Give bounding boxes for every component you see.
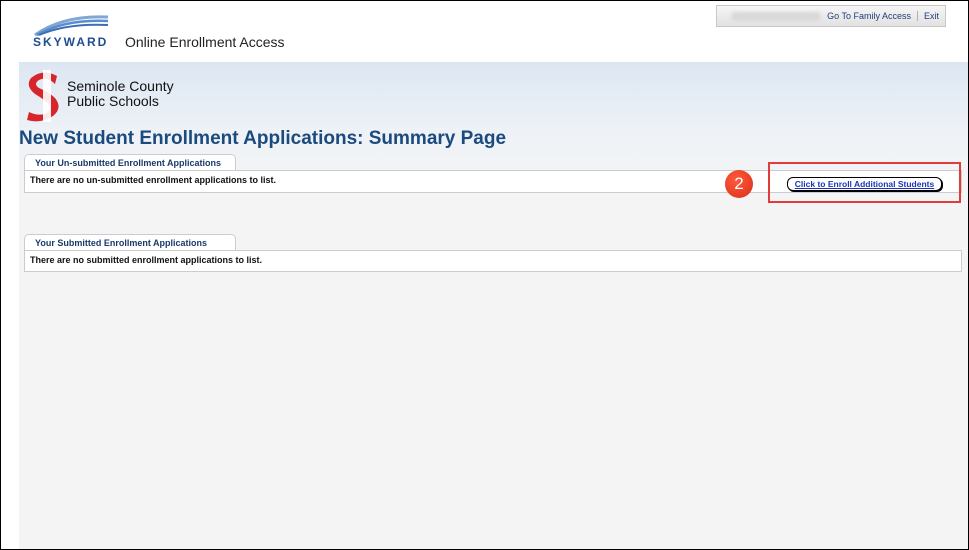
app-title: Online Enrollment Access <box>125 34 285 50</box>
skyward-logo-text: SKYWARD <box>33 35 109 49</box>
district-name-line1: Seminole County <box>67 78 174 94</box>
district-name: Seminole County Public Schools <box>67 79 174 109</box>
tab-unsubmitted-applications[interactable]: Your Un-submitted Enrollment Application… <box>24 154 236 170</box>
submitted-panel: There are no submitted enrollment applic… <box>24 250 962 272</box>
step-number-badge: 2 <box>725 170 753 198</box>
exit-link[interactable]: Exit <box>916 11 945 21</box>
main-content: Seminole County Public Schools New Stude… <box>19 62 968 549</box>
district-name-line2: Public Schools <box>67 93 159 109</box>
header-bar: SKYWARD Online Enrollment Access Go To F… <box>1 1 968 62</box>
user-name-redacted <box>731 11 822 21</box>
go-to-family-access-link[interactable]: Go To Family Access <box>821 11 917 21</box>
top-links-bar: Go To Family Access Exit <box>716 5 946 27</box>
seminole-county-logo-icon <box>27 70 59 122</box>
skyward-logo: SKYWARD <box>33 13 118 49</box>
page-title: New Student Enrollment Applications: Sum… <box>19 128 507 149</box>
submitted-empty-text: There are no submitted enrollment applic… <box>30 255 263 265</box>
browser-frame: SKYWARD Online Enrollment Access Go To F… <box>0 0 969 550</box>
enroll-additional-students-button[interactable]: Click to Enroll Additional Students <box>787 177 942 191</box>
tab-submitted-applications[interactable]: Your Submitted Enrollment Applications <box>24 234 236 250</box>
unsubmitted-empty-text: There are no un-submitted enrollment app… <box>30 175 277 185</box>
